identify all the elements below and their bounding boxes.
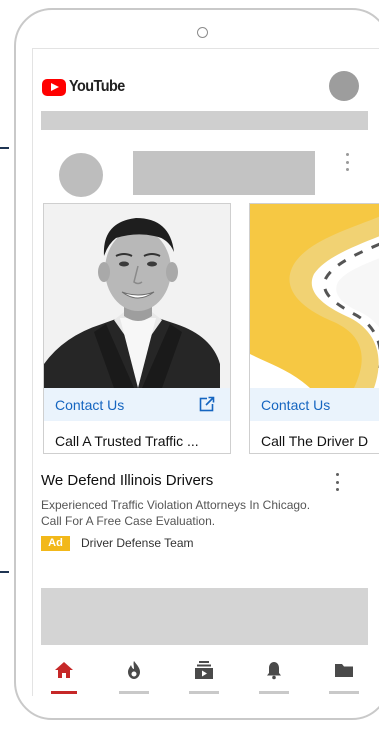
account-avatar[interactable] — [329, 71, 359, 101]
contact-us-button[interactable]: Contact Us — [44, 388, 230, 421]
nav-notifications[interactable] — [259, 660, 289, 694]
search-bar-placeholder[interactable] — [41, 111, 368, 130]
contact-us-label: Contact Us — [261, 397, 331, 413]
card-title: Call The Driver D — [261, 433, 369, 449]
nav-indicator — [259, 691, 289, 694]
winding-road-illustration — [250, 204, 379, 388]
nav-subscriptions[interactable] — [189, 660, 219, 694]
more-options-icon[interactable] — [345, 153, 349, 171]
notifications-bell-icon — [267, 662, 281, 680]
trending-flame-icon — [128, 661, 140, 679]
advertiser-name[interactable]: Driver Defense Team — [81, 536, 194, 550]
contact-us-button[interactable]: Contact Us — [250, 388, 379, 421]
subscriptions-icon — [195, 661, 213, 679]
nav-indicator — [119, 691, 149, 694]
card-title: Call A Trusted Traffic ... — [55, 433, 199, 449]
next-video-placeholder[interactable] — [41, 588, 368, 645]
nav-trending[interactable] — [119, 660, 149, 694]
channel-title-placeholder — [133, 151, 315, 195]
nav-active-indicator — [51, 691, 77, 694]
youtube-logo[interactable]: YouTube — [42, 77, 131, 97]
attorney-photo — [44, 204, 230, 388]
guide-line-top — [0, 147, 9, 149]
ad-card-attorney[interactable]: Contact Us Call A Trusted Traffic ... — [43, 203, 231, 454]
nav-library[interactable] — [329, 660, 359, 694]
youtube-wordmark: YouTube — [69, 78, 125, 95]
nav-indicator — [329, 691, 359, 694]
mockup-stage: YouTube Contact Us Call A Trusted Traffi… — [0, 0, 379, 729]
phone-frame: YouTube Contact Us Call A Trusted Traffi… — [14, 8, 379, 720]
youtube-play-icon — [42, 78, 66, 96]
phone-screen: YouTube Contact Us Call A Trusted Traffi… — [32, 48, 379, 696]
ad-badge: Ad — [41, 536, 70, 551]
front-camera — [197, 27, 208, 38]
contact-us-label: Contact Us — [55, 397, 125, 413]
ad-more-options-icon[interactable] — [335, 473, 339, 491]
ad-description: Experienced Traffic Violation Attorneys … — [41, 498, 311, 528]
guide-line-bottom — [0, 571, 9, 573]
ad-card-driver[interactable]: Contact Us Call The Driver D — [249, 203, 379, 454]
library-folder-icon — [335, 664, 353, 677]
ad-headline[interactable]: We Defend Illinois Drivers — [41, 472, 213, 489]
nav-indicator — [189, 691, 219, 694]
home-icon — [55, 662, 73, 678]
nav-home[interactable] — [49, 660, 79, 694]
channel-avatar-placeholder[interactable] — [59, 153, 103, 197]
open-external-icon[interactable] — [199, 396, 215, 412]
